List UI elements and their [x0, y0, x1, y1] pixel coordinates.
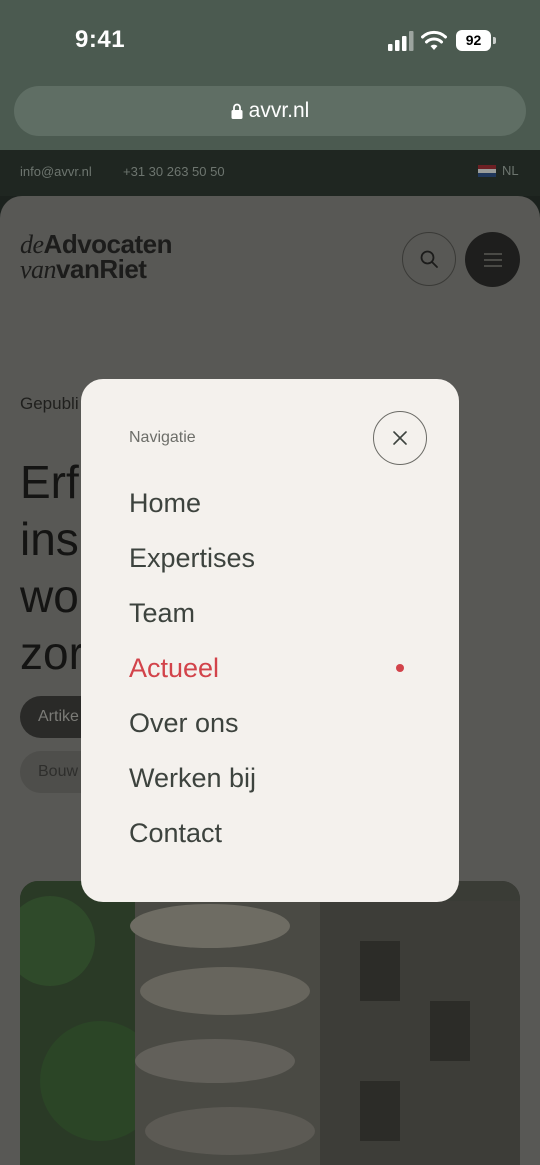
info-strip: info@avvr.nl +31 30 263 50 50 NL: [0, 150, 540, 196]
site-logo[interactable]: deAdvocaten vanvanRiet: [20, 231, 172, 284]
browser-chrome: avvr.nl: [0, 80, 540, 150]
logo-italic-2: van: [20, 255, 57, 284]
search-icon: [420, 250, 438, 268]
navigation-modal: Navigatie Home Expertises Team Actueel O…: [81, 379, 459, 902]
close-icon: [393, 431, 407, 445]
wifi-icon: [421, 30, 447, 50]
lock-icon: [231, 103, 243, 119]
logo-bold-2: vanRiet: [56, 254, 147, 284]
active-indicator-dot: [396, 664, 404, 672]
battery-level: 92: [456, 30, 491, 51]
hamburger-icon: [483, 252, 502, 267]
hero-image: [20, 881, 520, 1165]
battery-icon: 92: [456, 30, 496, 52]
nav-item-team[interactable]: Team: [129, 593, 256, 648]
nav-list: Home Expertises Team Actueel Over ons We…: [129, 483, 256, 868]
nav-item-expertises[interactable]: Expertises: [129, 538, 256, 593]
signal-icon: [388, 31, 414, 51]
nav-item-werken-bij[interactable]: Werken bij: [129, 758, 256, 813]
url-text: avvr.nl: [248, 99, 310, 122]
nav-item-actueel[interactable]: Actueel: [129, 648, 256, 703]
menu-button[interactable]: [465, 232, 520, 287]
language-switcher[interactable]: NL: [478, 163, 519, 178]
search-button[interactable]: [402, 232, 456, 286]
flag-nl-icon: [478, 164, 496, 177]
close-button[interactable]: [373, 411, 427, 465]
nav-item-over-ons[interactable]: Over ons: [129, 703, 256, 758]
email-link[interactable]: info@avvr.nl: [20, 164, 92, 179]
nav-item-home[interactable]: Home: [129, 483, 256, 538]
nav-item-contact[interactable]: Contact: [129, 813, 256, 868]
status-bar: 9:41 92: [0, 0, 540, 80]
phone-link[interactable]: +31 30 263 50 50: [123, 164, 225, 179]
status-time: 9:41: [75, 26, 126, 53]
language-label: NL: [502, 163, 519, 178]
published-date: Gepubli: [20, 394, 79, 413]
modal-title: Navigatie: [129, 429, 196, 446]
address-bar[interactable]: avvr.nl: [14, 86, 526, 136]
